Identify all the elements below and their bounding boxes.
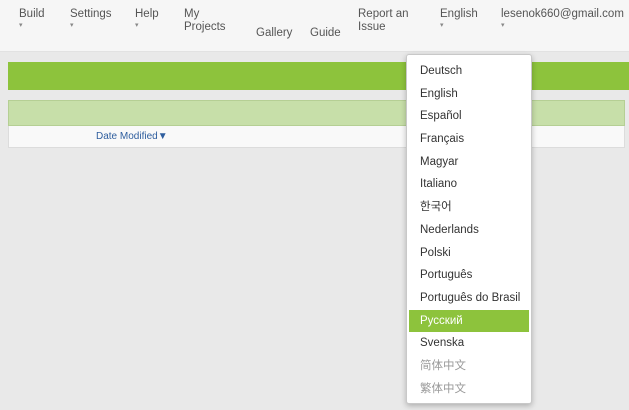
language-option[interactable]: Svenska [407, 332, 531, 355]
language-menu-label: English [440, 8, 478, 20]
report-issue-link[interactable]: Report an Issue [358, 8, 418, 34]
gallery-link[interactable]: Gallery [256, 27, 292, 40]
language-dropdown-menu: Deutsch English Español Français Magyar … [406, 54, 532, 404]
language-option[interactable]: 繁体中文 [407, 378, 531, 401]
help-menu[interactable]: Help ▾ [135, 8, 159, 30]
projects-table-header: Date Modified▼ [8, 126, 625, 148]
projects-panel-header [8, 100, 625, 126]
chevron-down-icon: ▾ [70, 22, 74, 29]
language-option[interactable]: Nederlands [407, 219, 531, 242]
language-option[interactable]: 简体中文 [407, 355, 531, 378]
language-option[interactable]: Español [407, 105, 531, 128]
language-option[interactable]: Português do Brasil [407, 287, 531, 310]
language-option[interactable]: Deutsch [407, 60, 531, 83]
language-option[interactable]: Italiano [407, 173, 531, 196]
language-option[interactable]: English [407, 83, 531, 106]
chevron-down-icon: ▾ [135, 22, 139, 29]
account-email: lesenok660@gmail.com [501, 8, 624, 20]
settings-menu[interactable]: Settings ▾ [70, 8, 112, 30]
language-option[interactable]: 한국어 [407, 196, 531, 219]
account-menu[interactable]: lesenok660@gmail.com ▾ [501, 8, 624, 30]
help-menu-label: Help [135, 8, 159, 20]
chevron-down-icon: ▾ [19, 22, 23, 29]
language-menu[interactable]: English ▾ [440, 8, 478, 30]
top-navigation-bar: Build ▾ Settings ▾ Help ▾ My Projects Ga… [0, 0, 629, 52]
language-option-selected[interactable]: Русский [409, 309, 529, 333]
chevron-down-icon: ▾ [440, 22, 444, 29]
project-toolbar [8, 62, 629, 90]
chevron-down-icon: ▾ [501, 22, 505, 29]
language-option[interactable]: Français [407, 128, 531, 151]
language-option[interactable]: Português [407, 264, 531, 287]
my-projects-link[interactable]: My Projects [184, 8, 229, 34]
guide-link[interactable]: Guide [310, 27, 341, 40]
language-option[interactable]: Polski [407, 242, 531, 265]
build-menu-label: Build [19, 8, 45, 20]
build-menu[interactable]: Build ▾ [19, 8, 45, 30]
language-option[interactable]: Magyar [407, 151, 531, 174]
date-modified-column-header[interactable]: Date Modified▼ [96, 131, 168, 142]
settings-menu-label: Settings [70, 8, 112, 20]
